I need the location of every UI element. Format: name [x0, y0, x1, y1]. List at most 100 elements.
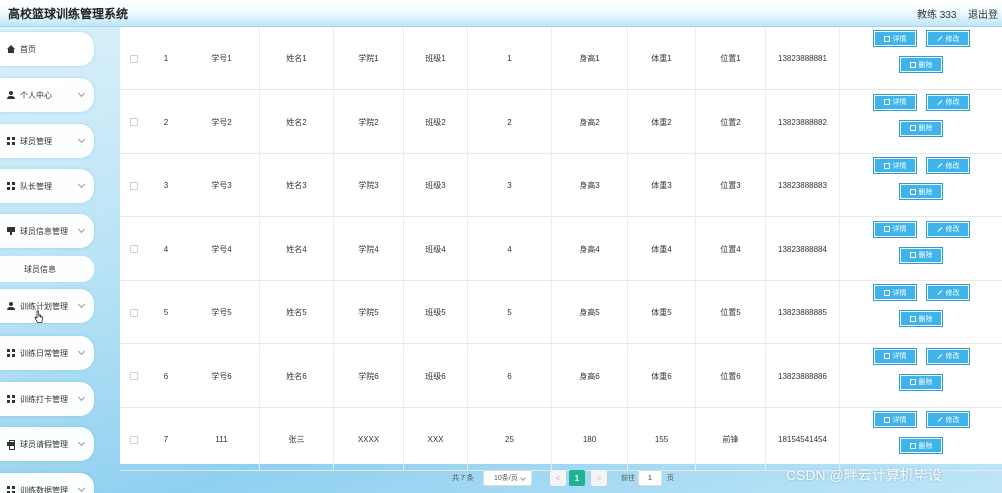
- next-page-button[interactable]: >: [591, 470, 607, 486]
- detail-button[interactable]: 详情: [873, 30, 917, 47]
- current-page-button[interactable]: 1: [569, 470, 585, 486]
- cell-age: 2: [468, 90, 552, 154]
- cell-phone: 18154541454: [766, 408, 840, 471]
- detail-button-label: 详情: [892, 35, 907, 43]
- cell-student-no: 111: [184, 408, 260, 471]
- delete-button-label: 删除: [918, 315, 933, 323]
- logout-link[interactable]: 退出登: [968, 6, 998, 21]
- delete-button[interactable]: 删除: [899, 310, 943, 327]
- cell-name: 姓名1: [260, 27, 334, 90]
- sidebar-item-label: 首页: [20, 44, 36, 54]
- edit-button[interactable]: 修改: [926, 93, 970, 111]
- trash-icon: [909, 61, 916, 68]
- mouse-cursor-icon: [34, 310, 43, 323]
- detail-button[interactable]: 详情: [873, 411, 917, 428]
- chevron-down-icon: [77, 438, 86, 447]
- chevron-down-icon: [77, 89, 86, 98]
- cell-age: 1: [468, 27, 552, 90]
- cell-weight: 体重4: [628, 217, 696, 281]
- cell-college: XXXX: [334, 408, 404, 471]
- cell-index: 5: [163, 308, 169, 317]
- delete-button-label: 删除: [918, 61, 933, 69]
- detail-icon: [883, 226, 890, 232]
- delete-button[interactable]: 删除: [899, 246, 943, 264]
- edit-button[interactable]: 修改: [926, 30, 970, 47]
- sidebar-item-1[interactable]: 个人中心: [0, 78, 94, 112]
- cell-index: 3: [163, 181, 169, 190]
- row-checkbox[interactable]: [130, 181, 138, 190]
- cell-height: 身高4: [552, 217, 628, 281]
- row-checkbox[interactable]: [130, 435, 138, 444]
- row-checkbox[interactable]: [130, 372, 138, 380]
- cell-height: 身高6: [552, 344, 628, 408]
- detail-button[interactable]: 详情: [873, 284, 917, 301]
- detail-icon: [883, 35, 890, 42]
- row-checkbox[interactable]: [130, 54, 138, 63]
- sidebar: 首页个人中心球员管理队长管理球员信息管理球员信息训练计划管理训练日常管理 训练打卡…: [0, 30, 100, 493]
- sidebar-item-label: 个人中心: [20, 90, 52, 100]
- edit-button[interactable]: 修改: [926, 284, 970, 301]
- delete-button[interactable]: 删除: [899, 183, 943, 200]
- cell-class: XXX: [404, 408, 468, 471]
- cell-name: 姓名5: [260, 281, 334, 344]
- sidebar-item-label: 训练计划管理: [20, 301, 68, 311]
- detail-button[interactable]: 详情: [873, 93, 917, 111]
- cell-student-no: 学号2: [184, 90, 260, 154]
- goto-page-input[interactable]: [638, 470, 662, 486]
- chevron-down-icon: [520, 475, 526, 481]
- cell-height: 身高1: [552, 27, 628, 90]
- delete-button[interactable]: 删除: [899, 119, 943, 137]
- row-checkbox[interactable]: [130, 118, 138, 126]
- delete-button[interactable]: 删除: [899, 373, 943, 391]
- sidebar-item-6[interactable]: 训练日常管理: [0, 336, 94, 370]
- grid-icon: [7, 349, 15, 357]
- table-row: 2 学号2 姓名2 学院2 班级2 2 身高2 体重2 位置2 13823888882 详情 修改 删除: [120, 90, 1002, 154]
- sidebar-item-3[interactable]: 队长管理: [0, 169, 94, 203]
- edit-button[interactable]: 修改: [926, 347, 970, 365]
- sidebar-subitem-player-info[interactable]: 球员信息: [0, 256, 94, 282]
- table-row: 6 学号6 姓名6 学院6 班级6 6 身高6 体重6 位置6 13823888886 详情 修改 删除: [120, 344, 1002, 408]
- detail-button[interactable]: 详情: [873, 157, 917, 174]
- row-checkbox[interactable]: [130, 245, 138, 253]
- cell-weight: 体重3: [628, 154, 696, 217]
- delete-button-label: 删除: [918, 125, 933, 132]
- cell-age: 4: [468, 217, 552, 281]
- cell-index: 7: [163, 435, 169, 444]
- sidebar-item-label: 球员信息管理: [20, 226, 68, 236]
- trash-icon: [909, 379, 916, 385]
- cell-student-no: 学号1: [184, 27, 260, 90]
- edit-button[interactable]: 修改: [926, 157, 970, 174]
- cell-age: 3: [468, 154, 552, 217]
- delete-button[interactable]: 删除: [899, 437, 943, 454]
- edit-button[interactable]: 修改: [926, 220, 970, 238]
- detail-icon: [883, 99, 890, 105]
- sidebar-item-0[interactable]: 首页: [0, 32, 94, 66]
- sidebar-item-2[interactable]: 球员管理: [0, 124, 94, 158]
- delete-button-label: 删除: [918, 379, 933, 386]
- detail-button[interactable]: 详情: [873, 220, 917, 238]
- sidebar-item-5[interactable]: 训练计划管理: [0, 289, 94, 323]
- cell-college: 学院6: [334, 344, 404, 408]
- cell-student-no: 学号4: [184, 217, 260, 281]
- delete-button-label: 删除: [918, 188, 933, 196]
- delete-button[interactable]: 删除: [899, 56, 943, 73]
- cell-class: 班级6: [404, 344, 468, 408]
- cell-name: 姓名4: [260, 217, 334, 281]
- sidebar-item-8[interactable]: 球员请假管理: [0, 427, 94, 461]
- detail-icon: [883, 162, 890, 169]
- page-size-select[interactable]: 10条/页: [483, 470, 532, 486]
- pencil-icon: [937, 290, 942, 295]
- sidebar-item-7[interactable]: 训练打卡管理: [0, 382, 94, 416]
- cell-index: 4: [163, 244, 169, 254]
- cell-position: 位置6: [696, 344, 766, 408]
- prev-page-button[interactable]: <: [550, 470, 566, 486]
- row-select-cell: [120, 154, 148, 217]
- detail-button[interactable]: 详情: [873, 347, 917, 365]
- row-checkbox[interactable]: [130, 308, 138, 317]
- detail-button-label: 详情: [892, 353, 907, 360]
- cell-height: 身高3: [552, 154, 628, 217]
- detail-button-label: 详情: [892, 226, 907, 233]
- sidebar-item-4[interactable]: 球员信息管理: [0, 214, 94, 248]
- cell-student-no: 学号6: [184, 344, 260, 408]
- edit-button[interactable]: 修改: [926, 411, 970, 428]
